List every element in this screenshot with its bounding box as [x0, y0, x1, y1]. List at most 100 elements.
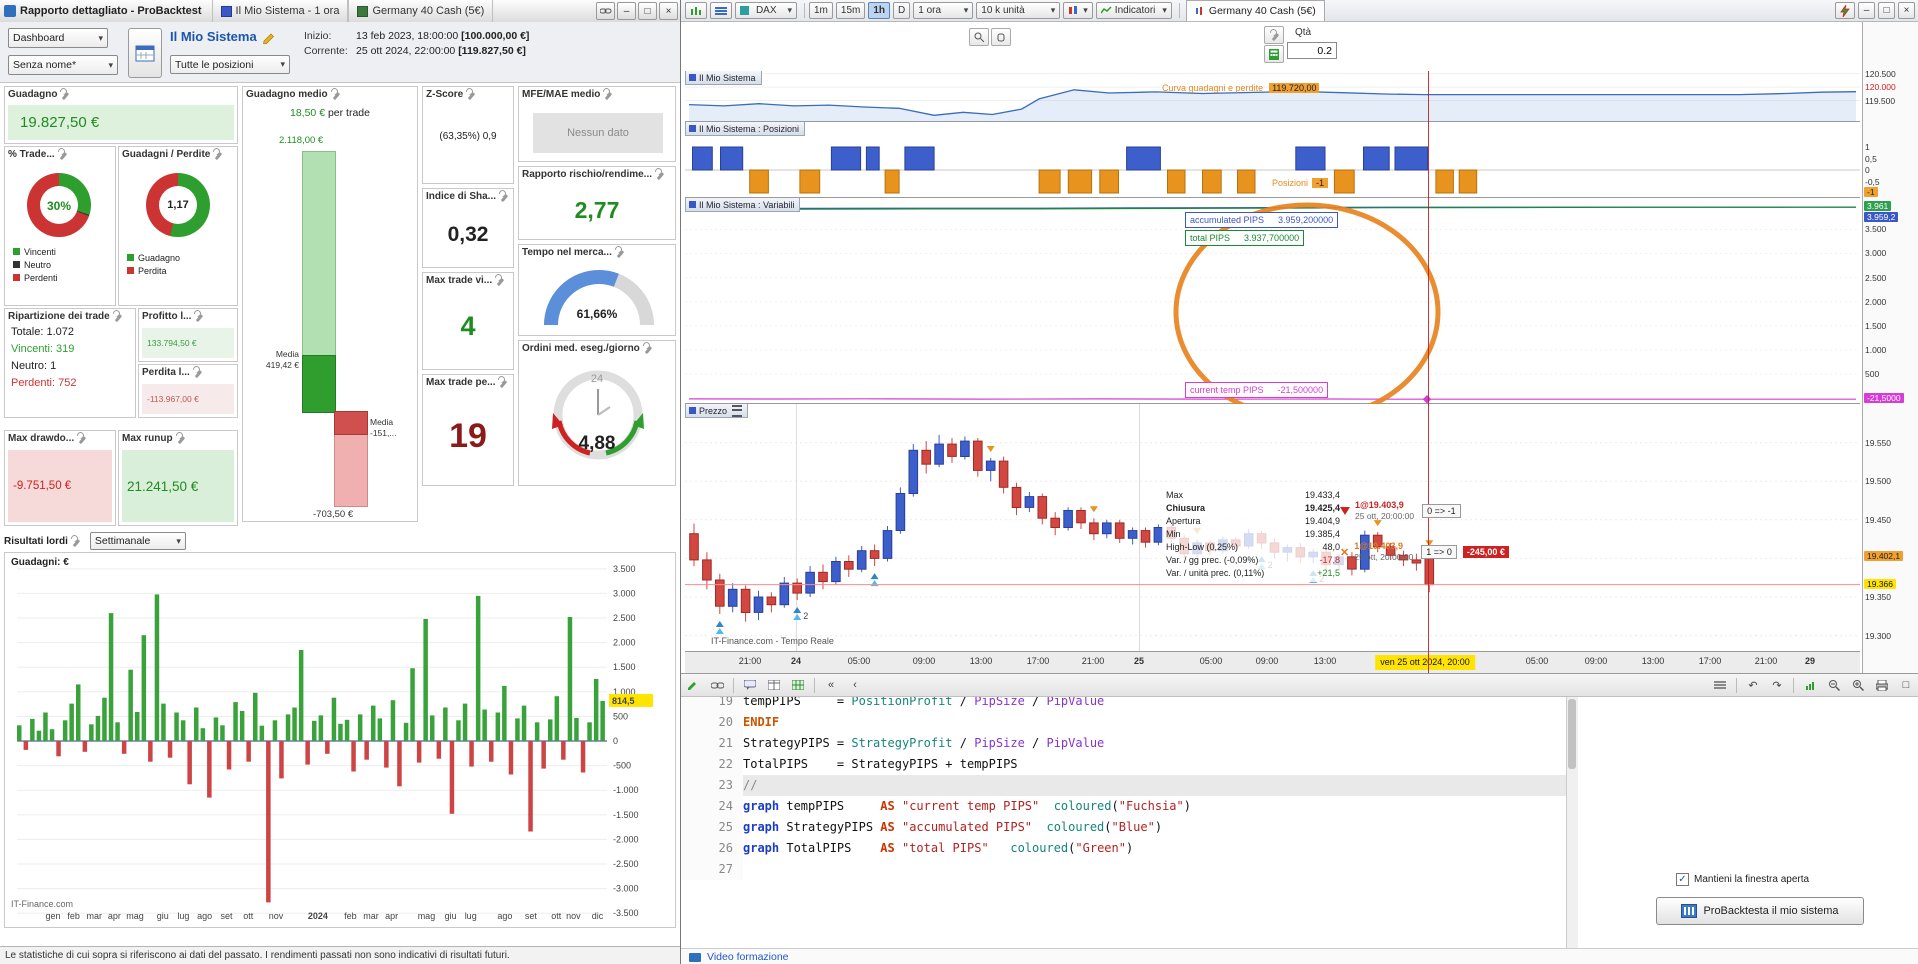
settings-wrench-icon[interactable] — [331, 90, 340, 99]
price-scale[interactable]: 120.500 120.000 119.500 1 0,5 0 -0,5 -1 3.500 3.0… — [1862, 22, 1918, 673]
redo-icon[interactable]: ↷ — [1766, 675, 1788, 695]
keep-open-checkbox[interactable]: ✓ — [1676, 873, 1689, 886]
pane-menu-icon[interactable] — [732, 404, 743, 417]
settings-wrench-icon[interactable] — [113, 312, 122, 321]
settings-wrench-icon[interactable] — [655, 170, 664, 179]
weekly-results-chart[interactable]: Guadagni: € 3.500 3.000 2.500 2.000 1.500 1.0… — [4, 552, 676, 928]
comment-icon[interactable] — [739, 675, 761, 695]
collapse-panel-icon[interactable]: « — [820, 675, 842, 695]
qty-input[interactable] — [1287, 42, 1337, 59]
minimize-button[interactable]: – — [1858, 2, 1875, 19]
period-select[interactable]: Settimanale ▾ — [89, 532, 186, 550]
symbol-select[interactable]: DAX ▾ — [735, 2, 797, 19]
settings-wrench-icon[interactable] — [176, 434, 185, 443]
positions-filter-select[interactable]: Tutte le posizioni ▾ — [170, 55, 290, 74]
hand-tool-icon[interactable] — [991, 28, 1011, 46]
maximize-button[interactable]: □ — [638, 2, 657, 20]
date-range-button[interactable] — [128, 28, 162, 78]
code-line[interactable]: 21 StrategyPIPS = StrategyProfit / PipSiz… — [681, 733, 1577, 754]
scroll-left-icon[interactable]: ‹ — [844, 675, 866, 695]
tf-1m-button[interactable]: 1m — [809, 2, 833, 19]
candle — [895, 487, 906, 534]
code-line[interactable]: 20 ENDIF — [681, 712, 1577, 733]
instrument-tab[interactable]: Germany 40 Cash (5€) — [1185, 0, 1325, 21]
code-line[interactable]: 27 — [681, 859, 1577, 880]
positions-pane[interactable]: Il Mio Sistema : Posizioni Posizioni -1 — [685, 122, 1860, 198]
watchlist-icon[interactable] — [710, 2, 732, 19]
settings-wrench-icon[interactable] — [77, 434, 86, 443]
position-calculator-icon[interactable] — [1264, 45, 1284, 63]
zoom-tool-icon[interactable] — [969, 28, 989, 46]
pane-tab-posizioni[interactable]: Il Mio Sistema : Posizioni — [685, 122, 806, 136]
layout-select[interactable]: Senza nome* ▾ — [8, 55, 118, 75]
report-toolbar: Dashboard ▾ Senza nome* ▾ Il Mio Sistema T… — [0, 22, 680, 83]
code-scrollbar[interactable] — [1566, 697, 1578, 948]
settings-wrench-icon[interactable] — [71, 537, 80, 546]
tf-15m-button[interactable]: 15m — [835, 2, 866, 19]
order-list-icon[interactable] — [1709, 675, 1731, 695]
settings-wrench-icon[interactable] — [643, 344, 652, 353]
zoom-out-icon[interactable] — [1823, 675, 1845, 695]
time-axis[interactable]: 21:00 24 05:00 09:00 13:00 17:00 21:00 25 05:00 0… — [685, 651, 1860, 673]
tf-1h-button[interactable]: 1h — [868, 2, 891, 19]
dashboard-select[interactable]: Dashboard ▾ — [8, 28, 108, 48]
edit-code-icon[interactable] — [682, 675, 704, 695]
settings-wrench-icon[interactable] — [603, 90, 612, 99]
variables-pane[interactable]: Il Mio Sistema : Variabili accumulated P… — [685, 198, 1860, 422]
code-line[interactable]: 19 tempPIPS = PositionProfit / PipSize / … — [681, 697, 1577, 712]
settings-wrench-icon[interactable] — [615, 248, 624, 257]
maximize-button[interactable]: □ — [1878, 2, 1895, 19]
code-line[interactable]: 22 TotalPIPS = StrategyPIPS + tempPIPS — [681, 754, 1577, 775]
detach-window-icon[interactable]: □ — [1895, 675, 1917, 695]
price-pane[interactable]: 222 Prezzo Max19.433,4Chiusura19.425,4Ap… — [685, 404, 1860, 651]
pct-trade-legend: Vincenti Neutro Perdenti — [13, 245, 113, 284]
close-button[interactable]: × — [1898, 2, 1915, 19]
pane-tab-sistema[interactable]: Il Mio Sistema — [685, 71, 762, 85]
connection-status-icon[interactable] — [1835, 2, 1855, 19]
settings-wrench-icon[interactable] — [499, 192, 508, 201]
code-line[interactable]: 26 graph TotalPIPS AS "total PIPS" colour… — [681, 838, 1577, 859]
link-icon[interactable] — [706, 675, 728, 695]
svg-text:dic: dic — [592, 911, 604, 921]
code-line[interactable]: 23// — [681, 775, 1577, 796]
edit-pencil-icon[interactable] — [262, 30, 276, 44]
indicators-select[interactable]: Indicatori ▾ — [1095, 2, 1172, 19]
bar — [351, 741, 356, 772]
settings-wrench-icon[interactable] — [466, 90, 475, 99]
timeframe-select[interactable]: 1 ora ▾ — [913, 2, 974, 19]
settings-wrench-icon[interactable] — [495, 276, 504, 285]
units-select[interactable]: 10 k unità ▾ — [976, 2, 1061, 19]
close-button[interactable]: × — [659, 2, 678, 20]
scrollbar-thumb[interactable] — [1568, 699, 1576, 769]
chart-style-select[interactable]: ▾ — [1063, 2, 1093, 19]
spreadsheet-icon[interactable] — [787, 675, 809, 695]
tf-daily-button[interactable]: D — [893, 2, 911, 19]
undo-icon[interactable]: ↶ — [1742, 675, 1764, 695]
tab-instrument[interactable]: Germany 40 Cash (5€) — [348, 0, 494, 22]
minimize-button[interactable]: – — [617, 2, 636, 20]
pane-tab-variabili[interactable]: Il Mio Sistema : Variabili — [685, 198, 801, 212]
settings-wrench-icon[interactable] — [213, 150, 222, 159]
settings-wrench-icon[interactable] — [498, 378, 507, 387]
variables-table-icon[interactable] — [763, 675, 785, 695]
code-editor[interactable]: 19 tempPIPS = PositionProfit / PipSize / … — [681, 697, 1577, 948]
print-icon[interactable] — [1871, 675, 1893, 695]
export-data-icon[interactable] — [1799, 675, 1821, 695]
order-settings-wrench-icon[interactable] — [1264, 26, 1284, 44]
settings-wrench-icon[interactable] — [194, 312, 203, 321]
keep-open-row[interactable]: ✓ Mantieni la finestra aperta — [1676, 873, 1809, 886]
svg-text:2024: 2024 — [308, 911, 328, 921]
zoom-in-icon[interactable] — [1847, 675, 1869, 695]
code-line[interactable]: 24 graph tempPIPS AS "current temp PIPS" … — [681, 796, 1577, 817]
settings-wrench-icon[interactable] — [58, 150, 67, 159]
run-backtest-button[interactable]: ProBacktesta il mio sistema — [1656, 897, 1864, 925]
code-line[interactable]: 25 graph StrategyPIPS AS "accumulated PIP… — [681, 817, 1577, 838]
settings-wrench-icon[interactable] — [60, 90, 69, 99]
new-chart-icon[interactable] — [685, 2, 707, 19]
equity-pane[interactable]: Il Mio Sistema Curva guadagni e perdite 1… — [685, 71, 1860, 122]
link-windows-icon[interactable] — [596, 2, 615, 20]
tab-sistema[interactable]: Il Mio Sistema - 1 ora — [211, 0, 349, 22]
settings-wrench-icon[interactable] — [193, 368, 202, 377]
pane-tab-prezzo[interactable]: Prezzo — [685, 404, 749, 418]
video-training-link[interactable]: Video formazione — [707, 951, 789, 963]
